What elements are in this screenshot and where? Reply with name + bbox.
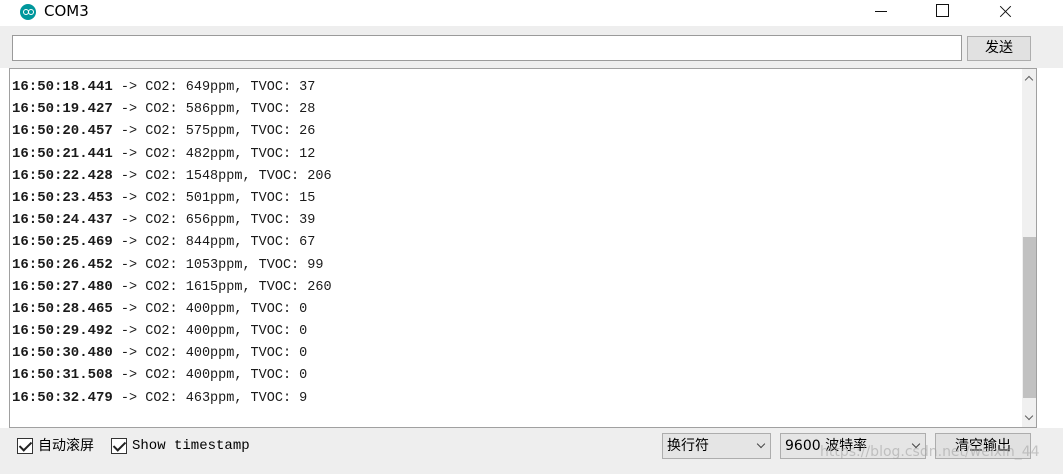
serial-line-timestamp: 16:50:31.508 xyxy=(12,367,113,384)
serial-line-timestamp: 16:50:20.457 xyxy=(12,123,113,140)
send-row: 发送 xyxy=(0,26,1063,68)
serial-line-message: -> CO2: 844ppm, TVOC: 67 xyxy=(112,235,316,251)
serial-line: 16:50:31.508 -> CO2: 400ppm, TVOC: 0 xyxy=(12,364,1012,386)
timestamp-checkbox[interactable] xyxy=(111,438,127,454)
close-button[interactable] xyxy=(982,0,1028,24)
serial-line-message: -> CO2: 1053ppm, TVOC: 99 xyxy=(112,257,324,273)
serial-line-message: -> CO2: 501ppm, TVOC: 15 xyxy=(112,190,316,206)
line-ending-select[interactable]: 换行符 xyxy=(662,433,771,459)
serial-line-message: -> CO2: 482ppm, TVOC: 12 xyxy=(112,146,316,162)
serial-line: 16:50:21.441 -> CO2: 482ppm, TVOC: 12 xyxy=(12,143,1012,165)
chevron-down-icon xyxy=(756,439,766,449)
serial-line: 16:50:23.453 -> CO2: 501ppm, TVOC: 15 xyxy=(12,187,1012,209)
serial-line-timestamp: 16:50:18.441 xyxy=(12,79,113,95)
arduino-icon xyxy=(20,4,36,20)
serial-line-timestamp: 16:50:21.441 xyxy=(12,145,113,162)
timestamp-label: Show timestamp xyxy=(132,438,250,454)
scroll-up-icon[interactable] xyxy=(1022,69,1036,86)
serial-line-message: -> CO2: 656ppm, TVOC: 39 xyxy=(112,213,316,229)
serial-line: 16:50:22.428 -> CO2: 1548ppm, TVOC: 206 xyxy=(12,165,1012,187)
watermark: https://blog.csdn.net/weixin_44 xyxy=(820,444,1040,460)
serial-line-timestamp: 16:50:30.480 xyxy=(12,345,113,362)
scroll-thumb[interactable] xyxy=(1023,237,1036,398)
serial-line-message: -> CO2: 649ppm, TVOC: 37 xyxy=(112,80,316,95)
send-input[interactable] xyxy=(12,35,962,61)
maximize-button[interactable] xyxy=(918,0,964,24)
serial-line-message: -> CO2: 400ppm, TVOC: 0 xyxy=(112,324,308,340)
autoscroll-label: 自动滚屏 xyxy=(38,438,94,454)
bottom-bar: 自动滚屏 Show timestamp 换行符 9600 波特率 清空输出 ht… xyxy=(0,428,1063,474)
serial-line: 16:50:19.427 -> CO2: 586ppm, TVOC: 28 xyxy=(12,98,1012,120)
serial-line-message: -> CO2: 463ppm, TVOC: 9 xyxy=(112,390,308,406)
vertical-scrollbar[interactable] xyxy=(1022,69,1036,427)
serial-line: 16:50:18.441 -> CO2: 649ppm, TVOC: 37 xyxy=(12,76,1012,98)
serial-line-message: -> CO2: 1615ppm, TVOC: 260 xyxy=(112,279,332,295)
serial-line-timestamp: 16:50:25.469 xyxy=(12,234,113,251)
serial-line-timestamp: 16:50:32.479 xyxy=(12,389,113,406)
scroll-down-icon[interactable] xyxy=(1022,410,1036,427)
serial-line: 16:50:29.492 -> CO2: 400ppm, TVOC: 0 xyxy=(12,320,1012,342)
serial-line-message: -> CO2: 575ppm, TVOC: 26 xyxy=(112,124,316,140)
serial-line: 16:50:27.480 -> CO2: 1615ppm, TVOC: 260 xyxy=(12,276,1012,298)
line-ending-value: 换行符 xyxy=(667,438,709,454)
serial-line-message: -> CO2: 400ppm, TVOC: 0 xyxy=(112,368,308,384)
serial-output[interactable]: 16:50:18.441 -> CO2: 649ppm, TVOC: 37 16:… xyxy=(9,68,1037,428)
serial-line-timestamp: 16:50:26.452 xyxy=(12,256,113,273)
window-title: COM3 xyxy=(44,2,89,20)
serial-line: 16:50:24.437 -> CO2: 656ppm, TVOC: 39 xyxy=(12,209,1012,231)
serial-line-timestamp: 16:50:29.492 xyxy=(12,323,113,340)
serial-line: 16:50:25.469 -> CO2: 844ppm, TVOC: 67 xyxy=(12,231,1012,253)
serial-line: 16:50:30.480 -> CO2: 400ppm, TVOC: 0 xyxy=(12,342,1012,364)
autoscroll-checkbox[interactable] xyxy=(17,438,33,454)
serial-line: 16:50:28.465 -> CO2: 400ppm, TVOC: 0 xyxy=(12,298,1012,320)
serial-line-message: -> CO2: 400ppm, TVOC: 0 xyxy=(112,346,308,362)
serial-line-timestamp: 16:50:24.437 xyxy=(12,212,113,229)
serial-output-text: 16:50:18.441 -> CO2: 649ppm, TVOC: 37 16:… xyxy=(12,76,1012,409)
title-bar: COM3 xyxy=(0,0,1063,26)
serial-line-message: -> CO2: 1548ppm, TVOC: 206 xyxy=(112,168,332,184)
serial-line-timestamp: 16:50:23.453 xyxy=(12,189,113,206)
serial-line-message: -> CO2: 400ppm, TVOC: 0 xyxy=(112,301,308,317)
serial-line-timestamp: 16:50:28.465 xyxy=(12,300,113,317)
serial-line: 16:50:32.479 -> CO2: 463ppm, TVOC: 9 xyxy=(12,387,1012,409)
send-button[interactable]: 发送 xyxy=(967,36,1031,61)
serial-line-timestamp: 16:50:22.428 xyxy=(12,167,113,184)
serial-line-message: -> CO2: 586ppm, TVOC: 28 xyxy=(112,102,316,118)
minimize-button[interactable] xyxy=(858,0,904,24)
serial-line: 16:50:26.452 -> CO2: 1053ppm, TVOC: 99 xyxy=(12,254,1012,276)
serial-line-timestamp: 16:50:19.427 xyxy=(12,101,113,118)
serial-line: 16:50:20.457 -> CO2: 575ppm, TVOC: 26 xyxy=(12,120,1012,142)
serial-line-timestamp: 16:50:27.480 xyxy=(12,278,113,295)
